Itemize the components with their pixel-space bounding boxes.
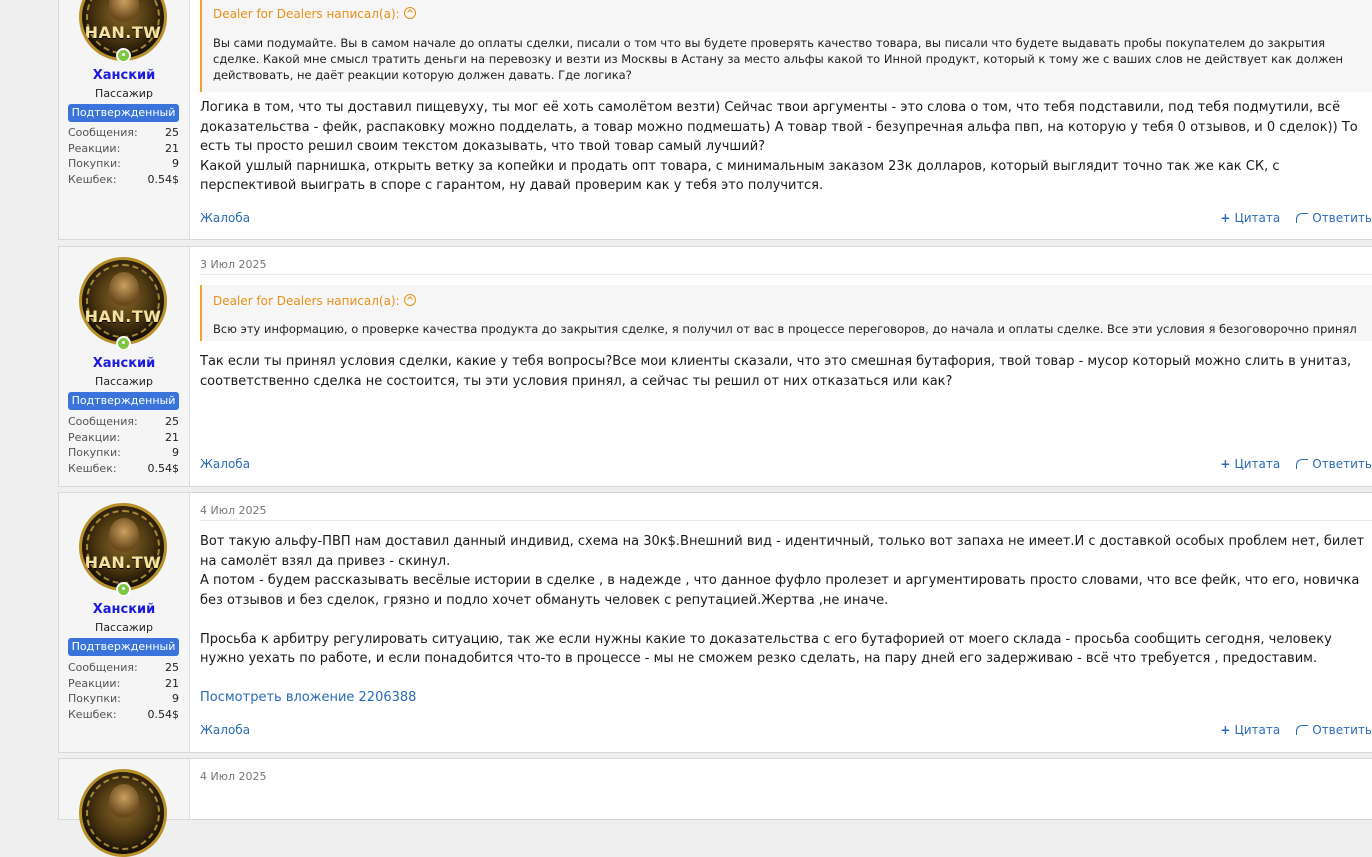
- message-text: Логика в том, что ты доставил пищевуху, …: [200, 100, 1358, 193]
- reply-icon: [1296, 459, 1309, 469]
- quote-block: Dealer for Dealers написал(а): Всю эту и…: [200, 285, 1372, 341]
- user-banner: Подтвержденный: [68, 392, 179, 410]
- stat-messages: Сообщения: 25: [68, 415, 179, 428]
- quote-button[interactable]: + Цитата: [1220, 211, 1280, 225]
- report-link[interactable]: Жалоба: [200, 211, 250, 225]
- reply-button[interactable]: Ответить: [1296, 457, 1372, 471]
- stat-purchases: Покупки: 9: [68, 157, 179, 171]
- stat-cashback: Кешбек: 0.54$: [68, 173, 179, 187]
- online-status-icon: [116, 336, 131, 351]
- post: HAN.TW Ханский Пассажир Подтвержденный С…: [58, 492, 1372, 753]
- post-actions: + Цитата Ответить: [1220, 457, 1372, 471]
- user-stats: Сообщения: 25 Реакции: 21 Покупки: 9 Кешбек…: [68, 660, 179, 723]
- quote-button[interactable]: + Цитата: [1220, 457, 1280, 471]
- username[interactable]: Ханский: [59, 68, 189, 83]
- stat-reactions: Реакции: 21: [68, 676, 179, 690]
- post-content: 4 Июл 2025: [190, 759, 1372, 819]
- plus-icon: +: [1220, 723, 1231, 737]
- post-content: 3 Июл 2025 Dealer for Dealers написал(а)…: [190, 247, 1372, 486]
- stat-cashback: Кешбек: 0.54$: [68, 462, 179, 476]
- username[interactable]: Ханский: [59, 602, 189, 617]
- post-date[interactable]: 4 Июл 2025: [200, 504, 267, 517]
- user-stats: Сообщения: 25 Реакции: 21 Покупки: 9 Кешбек…: [68, 125, 179, 188]
- arrow-up-circle-icon: [403, 7, 416, 19]
- divider: [200, 520, 1372, 521]
- user-title: Пассажир: [95, 621, 153, 634]
- message-text: Так если ты принял условия сделки, какие…: [200, 354, 1352, 389]
- user-title: Пассажир: [95, 375, 153, 388]
- avatar-logo-text: HAN.TW: [84, 307, 162, 326]
- quote-author-link[interactable]: Dealer for Dealers написал(а):: [213, 6, 416, 21]
- post: HAN.TW Ханский Пассажир Подтвержденный С…: [58, 0, 1372, 240]
- post: HAN.TW Ханский Пассажир Подтвержденный С…: [58, 246, 1372, 487]
- user-info: HAN.TW Ханский Пассажир Подтвержденный С…: [59, 247, 190, 486]
- report-link[interactable]: Жалоба: [200, 457, 250, 471]
- quote-author-link[interactable]: Dealer for Dealers написал(а):: [213, 293, 416, 308]
- stat-cashback: Кешбек: 0.54$: [68, 708, 179, 722]
- reply-button[interactable]: Ответить: [1296, 211, 1372, 225]
- username[interactable]: Ханский: [59, 356, 189, 371]
- user-stats: Сообщения: 25 Реакции: 21 Покупки: 9 Кешбек…: [68, 414, 179, 477]
- post-date[interactable]: 3 Июл 2025: [200, 258, 267, 271]
- quote-text: Вы сами подумайте. Вы в самом начале до …: [213, 36, 1344, 82]
- post-actions: + Цитата Ответить: [1220, 723, 1372, 737]
- stat-messages: Сообщения: 25: [68, 126, 179, 139]
- message-text: Вот такую альфу-ПВП нам доставил данный …: [200, 534, 1365, 666]
- attachment-link[interactable]: Посмотреть вложение 2206388: [200, 688, 1372, 708]
- divider: [200, 274, 1372, 275]
- avatar[interactable]: HAN.TW: [79, 257, 167, 345]
- user-banner: Подтвержденный: [68, 104, 179, 122]
- stat-messages: Сообщения: 25: [68, 661, 179, 674]
- avatar-logo-text: HAN.TW: [84, 553, 162, 572]
- quote-block: Dealer for Dealers написал(а): Вы сами п…: [200, 0, 1372, 92]
- post-date[interactable]: 4 Июл 2025: [200, 770, 267, 783]
- plus-icon: +: [1220, 457, 1231, 471]
- user-info: [59, 759, 190, 857]
- avatar-logo-text: HAN.TW: [84, 23, 162, 42]
- reply-icon: [1296, 725, 1309, 735]
- avatar[interactable]: [79, 769, 167, 857]
- user-title: Пассажир: [95, 87, 153, 100]
- report-link[interactable]: Жалоба: [200, 723, 250, 737]
- user-info: HAN.TW Ханский Пассажир Подтвержденный С…: [59, 0, 190, 239]
- stat-purchases: Покупки: 9: [68, 692, 179, 706]
- user-banner: Подтвержденный: [68, 638, 179, 656]
- post: 4 Июл 2025: [58, 758, 1372, 857]
- avatar[interactable]: HAN.TW: [79, 503, 167, 591]
- quote-button[interactable]: + Цитата: [1220, 723, 1280, 737]
- user-info: HAN.TW Ханский Пассажир Подтвержденный С…: [59, 493, 190, 752]
- online-status-icon: [116, 48, 131, 63]
- quote-text: Всю эту информацию, о проверке качества …: [213, 322, 1357, 336]
- post-content: Dealer for Dealers написал(а): Вы сами п…: [190, 0, 1372, 239]
- reply-button[interactable]: Ответить: [1296, 723, 1372, 737]
- reply-icon: [1296, 213, 1309, 223]
- online-status-icon: [116, 582, 131, 597]
- plus-icon: +: [1220, 211, 1231, 225]
- stat-reactions: Реакции: 21: [68, 141, 179, 155]
- stat-purchases: Покупки: 9: [68, 446, 179, 460]
- stat-reactions: Реакции: 21: [68, 430, 179, 444]
- arrow-up-circle-icon: [403, 294, 416, 306]
- post-actions: + Цитата Ответить: [1220, 211, 1372, 225]
- post-content: 4 Июл 2025 Вот такую альфу-ПВП нам доста…: [190, 493, 1372, 752]
